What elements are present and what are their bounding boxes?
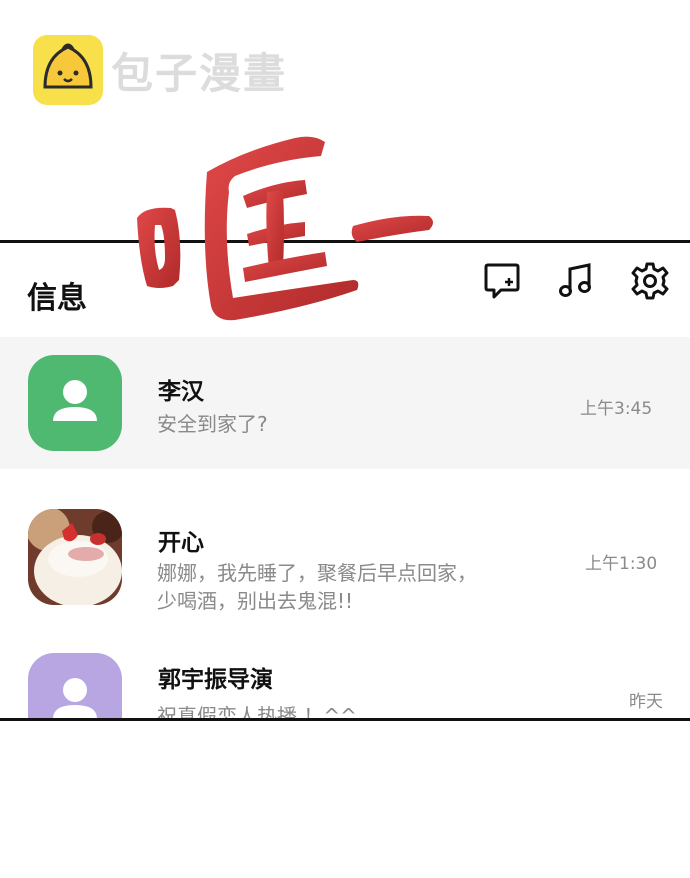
contact-name: 郭宇振导演 [158,667,273,693]
default-person-icon [28,653,122,718]
message-time: 上午1:30 [585,554,658,574]
message-preview: 安全到家了? [157,412,268,436]
message-preview-line1: 娜娜，我先睡了，聚餐后早点回家， [157,561,477,585]
gear-icon[interactable] [630,261,670,301]
message-time: 昨天 [629,692,663,712]
conversation-row[interactable]: 李汉 安全到家了? 上午3:45 [0,337,690,469]
watermark-text: 包子漫畫 [111,48,288,98]
message-time: 上午3:45 [580,399,653,419]
conversation-row[interactable]: 郭宇振导演 祝真假恋人热播 ！^^ 昨天 [0,643,690,718]
contact-name: 李汉 [158,379,204,405]
message-preview: 祝真假恋人热播 ！^^ [157,704,357,718]
cake-photo [28,509,122,605]
new-message-icon[interactable] [482,261,522,301]
conversation-row[interactable]: 开心 娜娜，我先睡了，聚餐后早点回家， 少喝酒，别出去鬼混!! 上午1:30 [0,493,690,623]
default-person-icon [28,355,122,451]
music-note-icon[interactable] [556,261,596,301]
message-preview-line2: 少喝酒，别出去鬼混!! [157,589,354,613]
sound-effect: 哐一 [135,130,440,325]
contact-name: 开心 [158,530,204,556]
page-title: 信息 [27,281,87,316]
bun-icon [33,35,103,105]
watermark: 包子漫畫 [33,35,287,105]
panel-border-bottom [0,718,690,721]
